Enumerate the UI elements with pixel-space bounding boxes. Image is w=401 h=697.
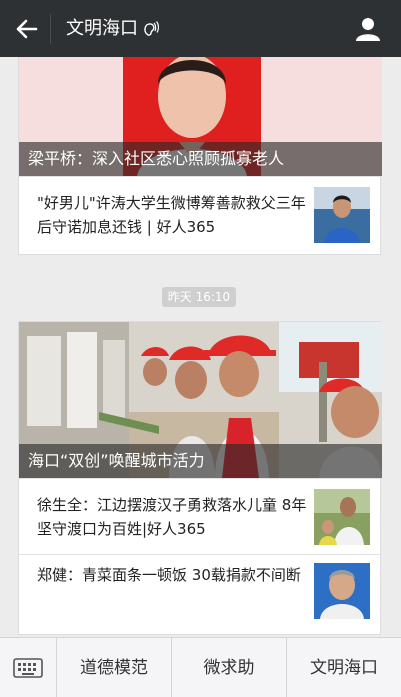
list-item[interactable]: 郑健：青菜面条一顿饭 30载捐款不间断 (19, 554, 380, 634)
item-title: 郑健：青菜面条一顿饭 30载捐款不间断 (37, 566, 301, 584)
hero-caption: 海口“双创”唤醒城市活力 (19, 444, 382, 478)
hero-article[interactable]: 海口“双创”唤醒城市活力 (19, 322, 382, 478)
account-title: 文明海口 (66, 18, 138, 39)
item-title: 徐生全：江边摆渡汉子勇救落水儿童 8年坚守渡口为百姓|好人365 (37, 496, 307, 538)
header-divider (50, 14, 51, 44)
article-card: 梁平桥：深入社区悉心照顾孤寡老人 "好男儿"许涛大学生微博筹善款救父三年后守诺加… (18, 57, 382, 256)
item-title: "好男儿"许涛大学生微博筹善款救父三年后守诺加息还钱 | 好人365 (37, 194, 306, 236)
hero-caption: 梁平桥：深入社区悉心照顾孤寡老人 (19, 142, 382, 176)
menu-daode-mofan[interactable]: 道德模范 (57, 638, 172, 697)
voice-listen-icon (144, 21, 159, 36)
item-thumbnail (314, 563, 370, 619)
keyboard-icon (13, 658, 43, 678)
menu-wei-qiuzhu[interactable]: 微求助 (172, 638, 287, 697)
list-item[interactable]: 徐生全：江边摆渡汉子勇救落水儿童 8年坚守渡口为百姓|好人365 (19, 478, 380, 554)
list-item[interactable]: "好男儿"许涛大学生微博筹善款救父三年后守诺加息还钱 | 好人365 (19, 176, 380, 256)
item-thumbnail (314, 187, 370, 243)
user-profile-icon[interactable] (355, 16, 381, 42)
timestamp-badge: 昨天 16:10 (162, 287, 236, 307)
message-feed[interactable]: 梁平桥：深入社区悉心照顾孤寡老人 "好男儿"许涛大学生微博筹善款救父三年后守诺加… (0, 57, 401, 637)
hero-article[interactable]: 梁平桥：深入社区悉心照顾孤寡老人 (19, 57, 382, 176)
back-arrow-icon[interactable] (12, 15, 40, 43)
bottom-menu-bar: 道德模范 微求助 文明海口 (0, 637, 401, 697)
top-bar: 文明海口 (0, 0, 401, 57)
article-card: 海口“双创”唤醒城市活力 徐生全：江边摆渡汉子勇救落水儿童 8年坚守渡口为百姓|… (18, 321, 382, 635)
menu-wenming-haikou[interactable]: 文明海口 (287, 638, 401, 697)
keyboard-toggle[interactable] (0, 638, 57, 697)
item-thumbnail (314, 489, 370, 545)
